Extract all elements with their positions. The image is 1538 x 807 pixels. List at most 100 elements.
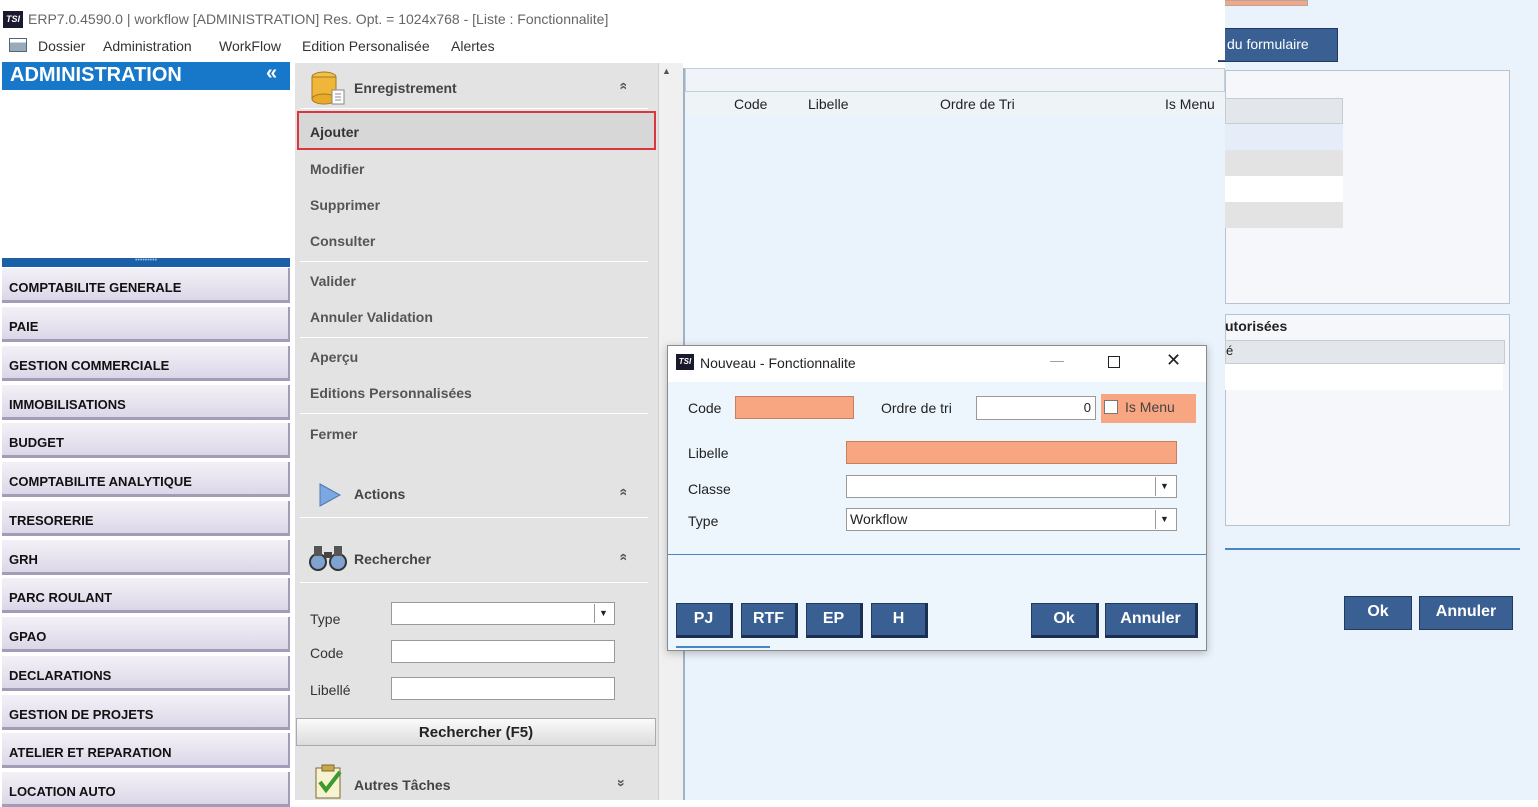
column-header-ordre-de-tri[interactable]: Ordre de Tri [940,96,1015,112]
libelle-label: Libelle [688,445,729,461]
nav-item-paie[interactable]: PAIE [2,307,290,342]
search-type-select[interactable] [391,602,615,625]
database-icon [311,71,345,105]
collapse-nav-icon[interactable]: « [266,62,277,85]
play-icon [319,483,342,507]
rechercher-button[interactable]: Rechercher (F5) [296,718,656,746]
background-grid-row[interactable] [1225,176,1343,202]
h-button[interactable]: H [871,603,928,638]
nav-item-grh[interactable]: GRH [2,540,290,575]
nav-item-gestion-de-projets[interactable]: GESTION DE PROJETS [2,695,290,730]
chevron-down-icon[interactable]: ▼ [594,604,612,623]
background-grid-row[interactable] [1225,124,1343,150]
background-grid-row[interactable] [1225,202,1343,228]
code-input[interactable] [735,396,854,419]
link-apercu[interactable]: Aperçu [310,349,358,365]
nav-item-immobilisations[interactable]: IMMOBILISATIONS [2,385,290,420]
is-menu-checkbox[interactable] [1104,400,1118,414]
list-toolbar [685,68,1225,92]
module-tree [2,90,290,258]
document-icon[interactable] [9,38,27,52]
ok-button[interactable]: Ok [1031,603,1099,638]
code-label: Code [688,400,722,416]
nav-item-budget[interactable]: BUDGET [2,423,290,458]
search-type-label: Type [310,611,341,627]
background-ok-button[interactable]: Ok [1344,596,1412,630]
background-cancel-button[interactable]: Annuler [1419,596,1513,630]
menu-dossier[interactable]: Dossier [38,38,85,54]
binoculars-icon [309,546,347,571]
dialog-separator [668,554,1206,555]
libelle-input[interactable] [846,441,1177,464]
nav-item-comptabilite-generale[interactable]: COMPTABILITE GENERALE [2,268,290,303]
link-ajouter[interactable]: Ajouter [310,124,359,140]
search-libelle-input[interactable] [391,677,615,700]
scroll-up-icon[interactable]: ▲ [662,66,671,76]
section-title-actions: Actions [354,486,406,502]
section-title-rechercher: Rechercher [354,551,432,567]
type-label: Type [688,513,719,529]
divider [300,108,648,109]
background-grid-row[interactable] [1225,150,1343,176]
window-title: ERP7.0.4590.0 | workflow [ADMINISTRATION… [28,11,609,27]
checklist-icon [315,764,342,799]
column-header-is-menu[interactable]: Is Menu [1165,96,1215,112]
is-menu-label[interactable]: Is Menu [1125,399,1175,415]
background-auth-column: é [1225,340,1505,364]
menu-workflow[interactable]: WorkFlow [219,38,281,54]
nav-item-comptabilite-analytique[interactable]: COMPTABILITE ANALYTIQUE [2,462,290,497]
background-grid-header [1225,98,1343,124]
search-libelle-label: Libellé [310,682,351,698]
divider [300,582,648,583]
menu-edition-personalisee[interactable]: Edition Personalisée [302,38,430,54]
nav-item-declarations[interactable]: DECLARATIONS [2,656,290,691]
nav-item-parc-roulant[interactable]: PARC ROULANT [2,578,290,613]
close-icon[interactable]: ✕ [1166,350,1181,371]
app-logo: TSI [3,11,23,28]
search-code-label: Code [310,645,344,661]
section-title-autres-taches: Autres Tâches [354,777,451,793]
link-annuler-validation[interactable]: Annuler Validation [310,309,433,325]
column-header-libelle[interactable]: Libelle [808,96,848,112]
nav-item-atelier-et-reparation[interactable]: ATELIER ET REPARATION [2,733,290,768]
search-code-input[interactable] [391,640,615,663]
divider [300,337,648,338]
ordre-de-tri-input[interactable]: 0 [976,396,1096,420]
type-select[interactable]: Workflow [846,508,1177,531]
menu-alertes[interactable]: Alertes [451,38,495,54]
divider [300,413,648,414]
link-fermer[interactable]: Fermer [310,426,357,442]
menu-administration[interactable]: Administration [103,38,192,54]
minimize-icon[interactable]: — [1050,352,1064,368]
annuler-button[interactable]: Annuler [1105,603,1198,638]
pj-button[interactable]: PJ [676,603,733,638]
background-auth-row[interactable] [1225,364,1503,390]
chevron-down-icon[interactable]: ▼ [1155,510,1173,529]
classe-select[interactable] [846,475,1177,498]
link-consulter[interactable]: Consulter [310,233,375,249]
background-form-button[interactable]: du formulaire [1218,28,1338,62]
collapse-rechercher-icon[interactable]: » [614,553,630,561]
background-auth-title: utorisées [1225,318,1288,334]
link-editions-personnalisees[interactable]: Editions Personnalisées [310,385,472,401]
link-modifier[interactable]: Modifier [310,161,364,177]
nav-item-gpao[interactable]: GPAO [2,617,290,652]
column-header-code[interactable]: Code [734,96,767,112]
link-supprimer[interactable]: Supprimer [310,197,380,213]
rtf-button[interactable]: RTF [741,603,798,638]
maximize-icon[interactable] [1108,356,1120,368]
focus-underline [676,646,770,648]
collapse-enregistrement-icon[interactable]: » [614,82,630,90]
collapse-actions-icon[interactable]: » [614,488,630,496]
module-header: ADMINISTRATION [2,62,290,90]
nav-item-tresorerie[interactable]: TRESORERIE [2,501,290,536]
dialog-title: Nouveau - Fonctionnalite [700,355,856,371]
expand-autres-taches-icon[interactable]: » [614,779,630,787]
link-valider[interactable]: Valider [310,273,356,289]
chevron-down-icon[interactable]: ▼ [1155,477,1173,496]
ep-button[interactable]: EP [806,603,863,638]
nav-item-gestion-commerciale[interactable]: GESTION COMMERCIALE [2,346,290,381]
section-title-enregistrement: Enregistrement [354,80,457,96]
nav-item-location-auto[interactable]: LOCATION AUTO [2,772,290,807]
nav-splitter[interactable]: ••••••••• [2,257,290,267]
